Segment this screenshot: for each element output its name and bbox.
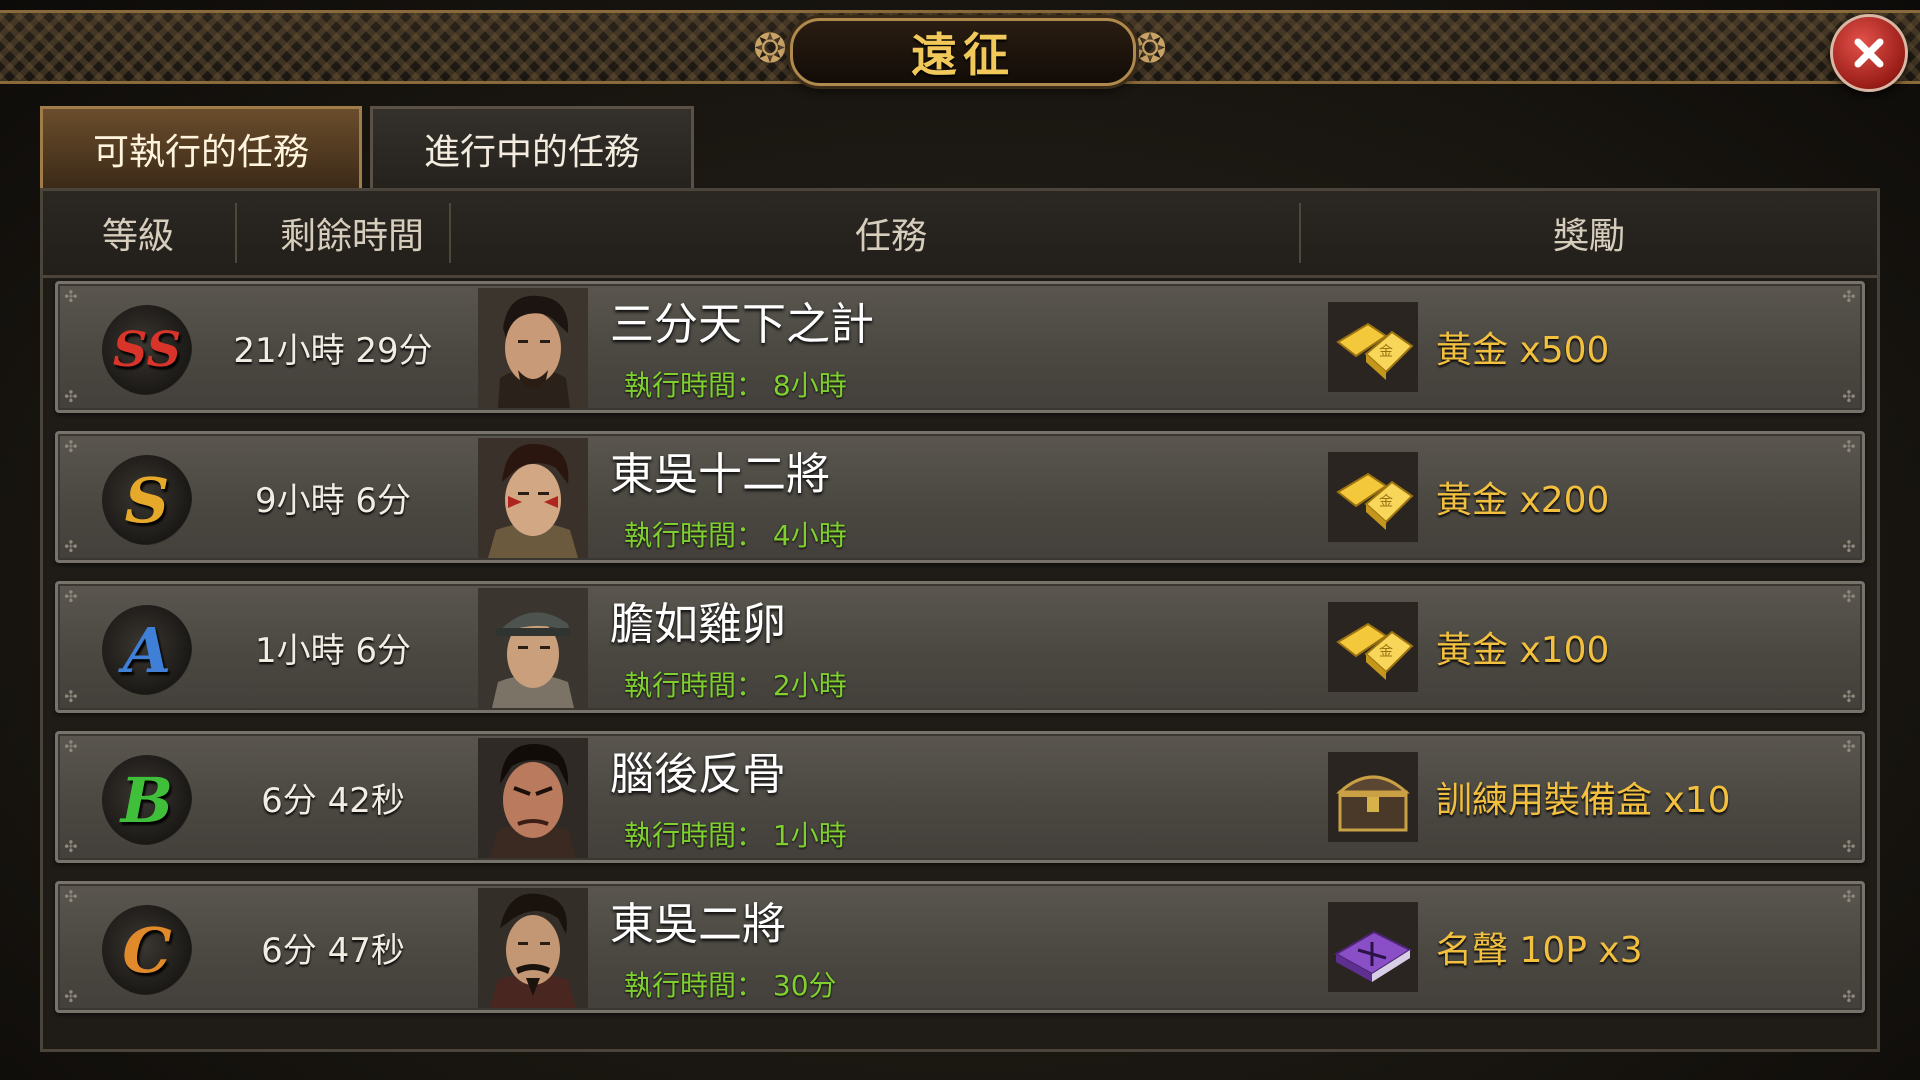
corner-ornament-icon: ✣ [64,887,78,906]
mission-name: 三分天下之計 [610,299,874,350]
page-title: 遠征 [911,28,1015,82]
expedition-screen: ❂ ❂ 遠征 可執行的任務 進行中的任務 等級 剩餘時間 任務 獎勵 ✣ ✣ ✣ ✣ S… [0,0,1920,1080]
corner-ornament-icon: ✣ [1842,587,1856,606]
reward-label: 黃金 x500 [1436,330,1610,371]
corner-ornament-icon: ✣ [64,437,78,456]
close-button[interactable] [1830,14,1908,92]
mission-duration: 執行時間： 2小時 [624,669,847,702]
header-mission: 任務 [854,216,927,257]
corner-ornament-icon: ✣ [1842,737,1856,756]
reward-label: 訓練用裝備盒 x10 [1436,780,1731,821]
mission-row[interactable]: ✣ ✣ ✣ ✣ S 9小時 6分 東吳十二將執行時間： 4小時 金 黃金 x200 [55,431,1865,563]
mission-row[interactable]: ✣ ✣ ✣ ✣ C 6分 47秒 東吳二將執行時間： 30分 名聲 10P x3 [55,881,1865,1013]
header-time-left: 剩餘時間 [279,216,424,257]
time-left: 6分 42秒 [261,780,405,821]
corner-ornament-icon: ✣ [64,287,78,306]
mission-duration: 執行時間： 30分 [624,969,837,1002]
mission-table-panel: 等級 剩餘時間 任務 獎勵 ✣ ✣ ✣ ✣ SS 21小時 29分 三分天下之計執行時間： … [40,188,1880,1052]
time-left: 9小時 6分 [254,480,412,521]
time-left: 6分 47秒 [261,930,405,971]
header-grade: 等級 [101,216,174,257]
tab-in-progress-missions[interactable]: 進行中的任務 [370,106,694,188]
header-reward: 獎勵 [1552,216,1625,257]
fame-book-icon [1328,902,1418,992]
corner-ornament-icon: ✣ [1842,387,1856,406]
general-portrait-icon [478,738,588,858]
reward-label: 名聲 10P x3 [1436,930,1643,971]
grade-badge: SS [102,305,192,395]
general-portrait-icon [478,438,588,558]
grade-badge: A [102,605,192,695]
general-portrait-icon [478,288,588,408]
tab-available-label: 可執行的任務 [92,131,309,173]
grade-badge: C [102,905,192,995]
tab-in-progress-label: 進行中的任務 [423,131,640,173]
corner-ornament-icon: ✣ [1842,287,1856,306]
general-portrait-icon [478,888,588,1008]
corner-ornament-icon: ✣ [64,537,78,556]
corner-ornament-icon: ✣ [1842,837,1856,856]
corner-ornament-icon: ✣ [64,587,78,606]
close-icon [1854,38,1884,68]
reward-label: 黃金 x200 [1436,480,1610,521]
corner-ornament-icon: ✣ [64,837,78,856]
left-scroll-ornament-icon: ❂ [753,26,787,72]
mission-row[interactable]: ✣ ✣ ✣ ✣ A 1小時 6分 膽如雞卵執行時間： 2小時 金 黃金 x100 [55,581,1865,713]
corner-ornament-icon: ✣ [64,687,78,706]
gold-bar-icon: 金 [1328,302,1418,392]
mission-name: 東吳二將 [610,899,786,950]
treasure-chest-icon [1328,752,1418,842]
gold-bar-icon: 金 [1328,602,1418,692]
corner-ornament-icon: ✣ [64,987,78,1006]
mission-name: 東吳十二將 [610,449,830,500]
mission-duration: 執行時間： 1小時 [624,819,847,852]
time-left: 1小時 6分 [254,630,412,671]
svg-text:金: 金 [1379,644,1393,660]
corner-ornament-icon: ✣ [1842,687,1856,706]
general-portrait-icon [478,588,588,708]
corner-ornament-icon: ✣ [64,387,78,406]
svg-text:金: 金 [1379,344,1393,360]
corner-ornament-icon: ✣ [1842,887,1856,906]
mission-name: 腦後反骨 [610,749,786,800]
corner-ornament-icon: ✣ [1842,437,1856,456]
grade-badge: B [102,755,192,845]
corner-ornament-icon: ✣ [64,737,78,756]
mission-row[interactable]: ✣ ✣ ✣ ✣ SS 21小時 29分 三分天下之計執行時間： 8小時 金 黃金 x500 [55,281,1865,413]
corner-ornament-icon: ✣ [1842,537,1856,556]
title-plate: 遠征 [790,18,1136,86]
gold-bar-icon: 金 [1328,452,1418,542]
mission-name: 膽如雞卵 [610,599,786,650]
mission-row[interactable]: ✣ ✣ ✣ ✣ B 6分 42秒 腦後反骨執行時間： 1小時 訓練用裝備盒 x10 [55,731,1865,863]
reward-label: 黃金 x100 [1436,630,1610,671]
mission-duration: 執行時間： 4小時 [624,519,847,552]
corner-ornament-icon: ✣ [1842,987,1856,1006]
mission-duration: 執行時間： 8小時 [624,369,847,402]
table-header: 等級 剩餘時間 任務 獎勵 [43,191,1877,278]
tab-available-missions[interactable]: 可執行的任務 [40,106,362,188]
time-left: 21小時 29分 [233,330,433,371]
svg-text:金: 金 [1379,494,1393,510]
grade-badge: S [102,455,192,545]
